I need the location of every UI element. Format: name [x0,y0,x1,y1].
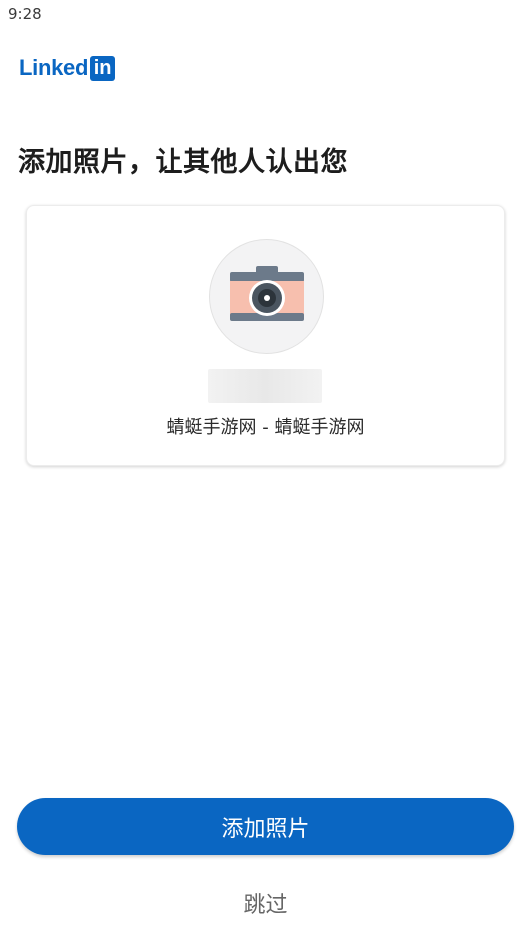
page-title: 添加照片，让其他人认出您 [18,147,348,178]
name-placeholder [208,369,322,403]
linkedin-logo: Linked in [19,55,116,81]
camera-icon [230,266,304,321]
add-photo-button[interactable]: 添加照片 [17,798,514,855]
card-subtitle: 蜻蜓手游网 - 蜻蜓手游网 [166,417,365,438]
skip-button[interactable]: 跳过 [0,887,531,919]
profile-card: 蜻蜓手游网 - 蜻蜓手游网 [26,205,505,466]
logo-in-box: in [90,55,116,81]
avatar[interactable] [209,239,324,354]
logo-text: Linked [19,55,89,80]
status-bar: 9:28 [0,0,531,30]
status-time: 9:28 [8,5,42,23]
